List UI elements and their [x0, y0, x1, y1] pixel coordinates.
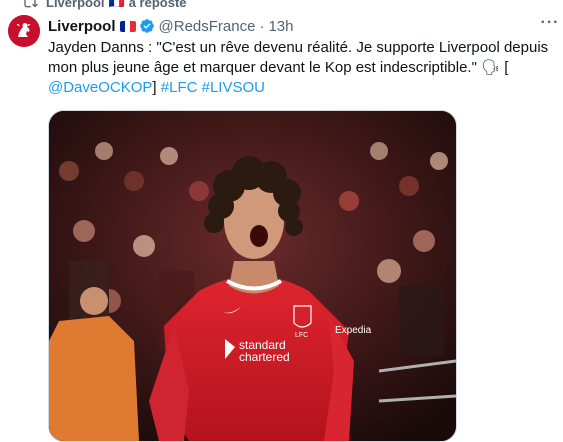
more-options-icon[interactable]: ··· [540, 15, 560, 34]
tweet-header: Liverpool @RedsFrance · 13h [48, 16, 293, 36]
hashtag-livsou-link[interactable]: #LIVSOU [202, 79, 265, 96]
tweet-body-text: Jayden Danns : "C'est un rêve devenu réa… [48, 39, 549, 76]
timestamp[interactable]: 13h [268, 18, 293, 35]
repost-account-name[interactable]: Liverpool [46, 0, 105, 10]
avatar[interactable] [8, 15, 40, 47]
repost-flag: 🇫🇷 [108, 0, 125, 9]
tweet-text: Jayden Danns : "C'est un rêve devenu réa… [48, 38, 558, 98]
repost-action-label: a reposté [128, 0, 187, 10]
author-handle[interactable]: @RedsFrance [159, 18, 256, 35]
steward-figure [49, 316, 139, 441]
tweet-media-image[interactable]: standard chartered LFC Expedia [48, 110, 457, 442]
france-flag-icon [119, 20, 136, 32]
repost-icon [22, 0, 38, 8]
repost-indicator: Liverpool 🇫🇷 a reposté [22, 0, 187, 10]
author-name[interactable]: Liverpool [48, 18, 116, 35]
sleeve-sponsor: Expedia [335, 325, 372, 336]
crest-label: LFC [295, 332, 308, 339]
verified-badge-icon[interactable] [139, 18, 155, 34]
mention-link[interactable]: @DaveOCKOP [48, 79, 152, 96]
separator-dot: · [259, 17, 265, 35]
hashtag-lfc-link[interactable]: #LFC [161, 79, 198, 96]
tweet-bracket-text: ] [152, 79, 157, 96]
sponsor-text-2: chartered [239, 350, 290, 364]
